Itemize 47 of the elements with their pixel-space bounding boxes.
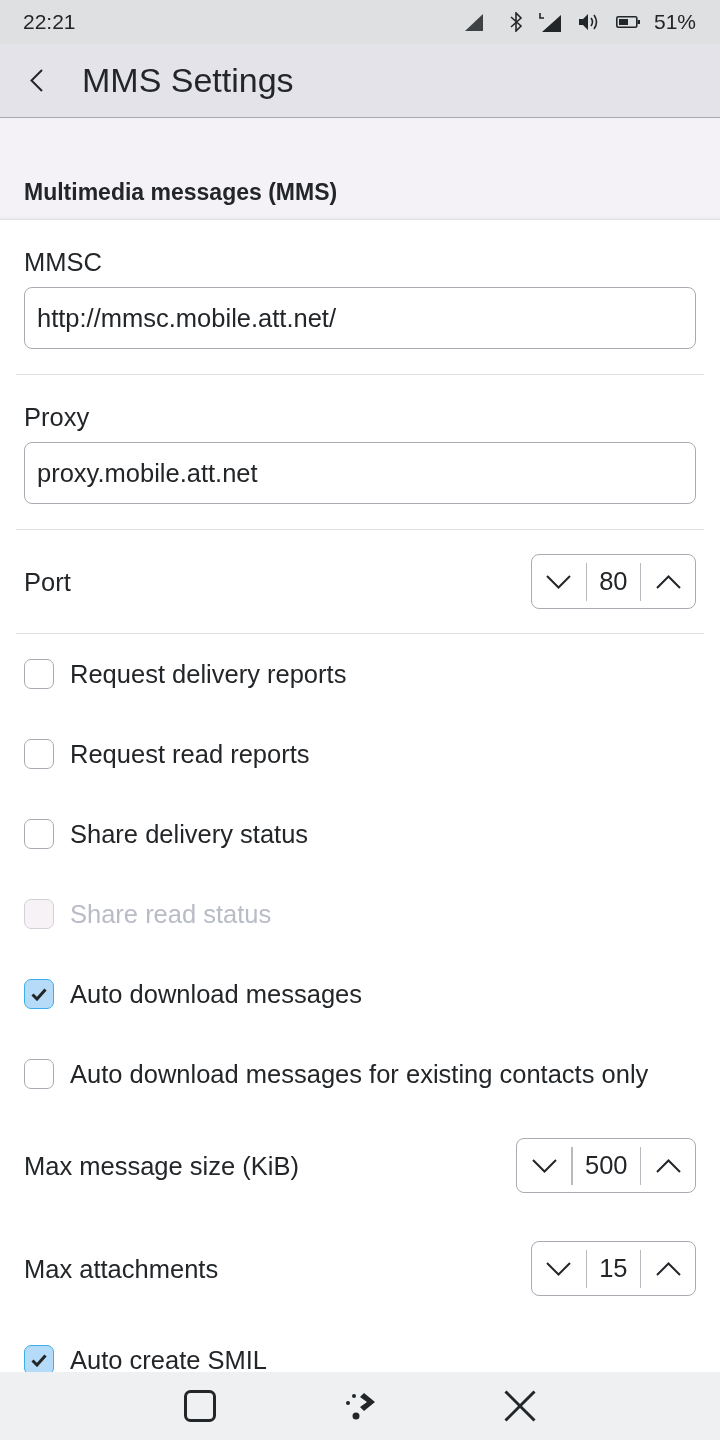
battery-icon xyxy=(615,16,640,28)
field-label: Max attachments xyxy=(24,1253,219,1284)
check-icon xyxy=(31,1353,47,1367)
close-icon[interactable] xyxy=(504,1390,536,1422)
volume-icon xyxy=(577,13,600,31)
checkbox-label: Share read status xyxy=(70,899,272,929)
checkbox[interactable] xyxy=(24,739,54,769)
chevron-up-icon xyxy=(655,574,681,589)
chevron-left-icon xyxy=(30,69,43,92)
signal-icon xyxy=(538,12,561,32)
spin-value[interactable]: 15 xyxy=(587,1254,640,1283)
checkbox[interactable] xyxy=(24,1345,54,1372)
field-label: Port xyxy=(24,566,71,597)
spin-box[interactable]: 15 xyxy=(530,1241,696,1296)
check-icon xyxy=(31,987,47,1001)
chevron-down-icon xyxy=(531,1158,557,1173)
spin-value[interactable]: 80 xyxy=(587,567,640,596)
field-label: Proxy xyxy=(24,402,91,432)
text-field[interactable]: proxy.mobile.att.net xyxy=(24,442,696,504)
field-label: Max message size (KiB) xyxy=(24,1150,299,1181)
checkbox-label[interactable]: Request read reports xyxy=(70,739,310,769)
checkbox[interactable] xyxy=(24,979,54,1009)
dots-chevron-icon[interactable] xyxy=(344,1392,376,1420)
checkbox-label[interactable]: Auto download messages xyxy=(70,979,363,1009)
square-icon[interactable] xyxy=(184,1390,216,1422)
status-time: 22:21 xyxy=(23,10,77,34)
chevron-down-icon xyxy=(546,1261,572,1276)
checkbox[interactable] xyxy=(24,659,54,689)
checkbox-label[interactable]: Request delivery reports xyxy=(70,659,347,689)
field-label: MMSC xyxy=(24,247,103,277)
chevron-up-icon xyxy=(655,1158,681,1173)
checkbox-label[interactable]: Share delivery status xyxy=(70,819,309,849)
checkbox-label[interactable]: Auto create SMIL xyxy=(70,1345,267,1372)
bluetooth-icon xyxy=(509,12,523,32)
section-title: Multimedia messages (MMS) xyxy=(23,178,339,207)
checkbox[interactable] xyxy=(24,819,54,849)
chevron-down-icon xyxy=(546,574,572,589)
checkbox-label[interactable]: Auto download messages for existing contacts only xyxy=(70,1059,649,1089)
spin-value[interactable]: 500 xyxy=(572,1151,640,1180)
spin-box[interactable]: 80 xyxy=(530,554,696,609)
battery-percent: 51% xyxy=(653,10,696,34)
signal-icon xyxy=(464,13,483,31)
page-title: MMS Settings xyxy=(82,61,294,100)
checkbox[interactable] xyxy=(24,1059,54,1089)
text-field[interactable]: http://mmsc.mobile.att.net/ xyxy=(24,287,696,349)
chevron-up-icon xyxy=(655,1261,681,1276)
spin-box[interactable]: 500 xyxy=(516,1138,696,1193)
